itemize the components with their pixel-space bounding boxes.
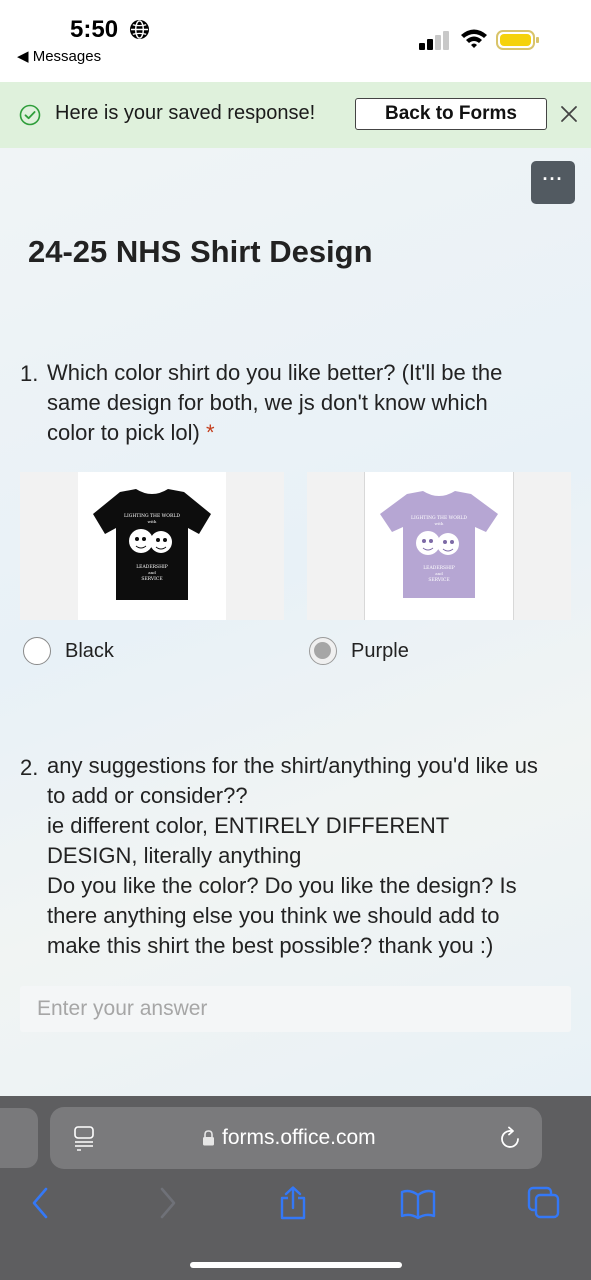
wifi-icon bbox=[461, 29, 487, 48]
radio-black[interactable] bbox=[23, 637, 51, 665]
form-title: 24-25 NHS Shirt Design bbox=[28, 234, 373, 269]
url-text[interactable]: forms.office.com bbox=[222, 1126, 376, 1150]
option-image-black: LIGHTING THE WORLD with LEADERSHIP and S… bbox=[78, 472, 226, 620]
home-indicator bbox=[190, 1262, 402, 1268]
question-line: ie different color, ENTIRELY DIFFERENT bbox=[47, 813, 450, 838]
back-to-forms-button[interactable]: Back to Forms bbox=[355, 98, 547, 130]
option-label-purple[interactable]: Purple bbox=[351, 640, 409, 663]
previous-tab-preview[interactable] bbox=[0, 1108, 38, 1168]
option-image-purple: any suggestions for the shirt/anything y… bbox=[364, 472, 514, 620]
shirt-design-text: with bbox=[435, 521, 444, 526]
banner-message: Here is your saved response! bbox=[55, 102, 316, 124]
answer-input[interactable] bbox=[20, 986, 571, 1032]
more-options-button[interactable]: ··· bbox=[531, 161, 575, 204]
tabs-icon[interactable] bbox=[527, 1186, 561, 1220]
share-icon[interactable] bbox=[278, 1186, 308, 1220]
purple-shirt-image: any suggestions for the shirt/anything y… bbox=[380, 491, 498, 598]
shirt-design-text: SERVICE bbox=[141, 576, 162, 582]
status-bar: 5:50 ◀ Messages bbox=[0, 0, 591, 82]
check-circle-icon bbox=[19, 104, 41, 126]
battery-icon bbox=[496, 30, 539, 50]
shirt-design-text: and bbox=[148, 570, 156, 575]
globe-icon bbox=[129, 19, 150, 40]
question-line: color to pick lol) * bbox=[47, 418, 577, 448]
question-line-text: color to pick lol) bbox=[47, 420, 200, 445]
bookmarks-icon[interactable] bbox=[400, 1186, 436, 1220]
question-1-number: 1. bbox=[20, 361, 39, 386]
question-line: there anything else you think we should … bbox=[47, 903, 500, 928]
forward-arrow-icon bbox=[160, 1187, 176, 1219]
shirt-design-text: SERVICE bbox=[428, 577, 449, 583]
close-icon[interactable] bbox=[558, 103, 580, 125]
question-line: make this shirt the best possible? thank… bbox=[47, 933, 494, 958]
clock: 5:50 bbox=[70, 16, 119, 43]
lock-icon bbox=[203, 1130, 214, 1146]
question-1-text: Which color shirt do you like better? (I… bbox=[47, 358, 577, 448]
question-line: same design for both, we js don't know w… bbox=[47, 390, 488, 415]
question-line: Which color shirt do you like better? (I… bbox=[47, 360, 503, 385]
question-line: Do you like the color? Do you like the d… bbox=[47, 873, 517, 898]
shirt-design-text: and bbox=[435, 571, 443, 576]
question-2-number: 2. bbox=[20, 755, 39, 780]
question-2-text: any suggestions for the shirt/anything y… bbox=[47, 751, 577, 961]
back-to-messages-link[interactable]: ◀ Messages bbox=[17, 47, 101, 65]
radio-purple[interactable] bbox=[309, 637, 337, 665]
reload-icon[interactable] bbox=[500, 1126, 522, 1150]
black-shirt-image: LIGHTING THE WORLD with LEADERSHIP and S… bbox=[93, 489, 211, 600]
cellular-signal-icon bbox=[419, 31, 449, 50]
question-line: DESIGN, literally anything bbox=[47, 843, 302, 868]
question-line: any suggestions for the shirt/anything y… bbox=[47, 753, 538, 778]
question-line: to add or consider?? bbox=[47, 783, 248, 808]
option-label-black[interactable]: Black bbox=[65, 640, 114, 663]
required-mark: * bbox=[205, 420, 215, 445]
back-arrow-icon[interactable] bbox=[30, 1186, 50, 1220]
reader-icon[interactable] bbox=[73, 1125, 95, 1151]
shirt-design-text: with bbox=[148, 519, 157, 524]
